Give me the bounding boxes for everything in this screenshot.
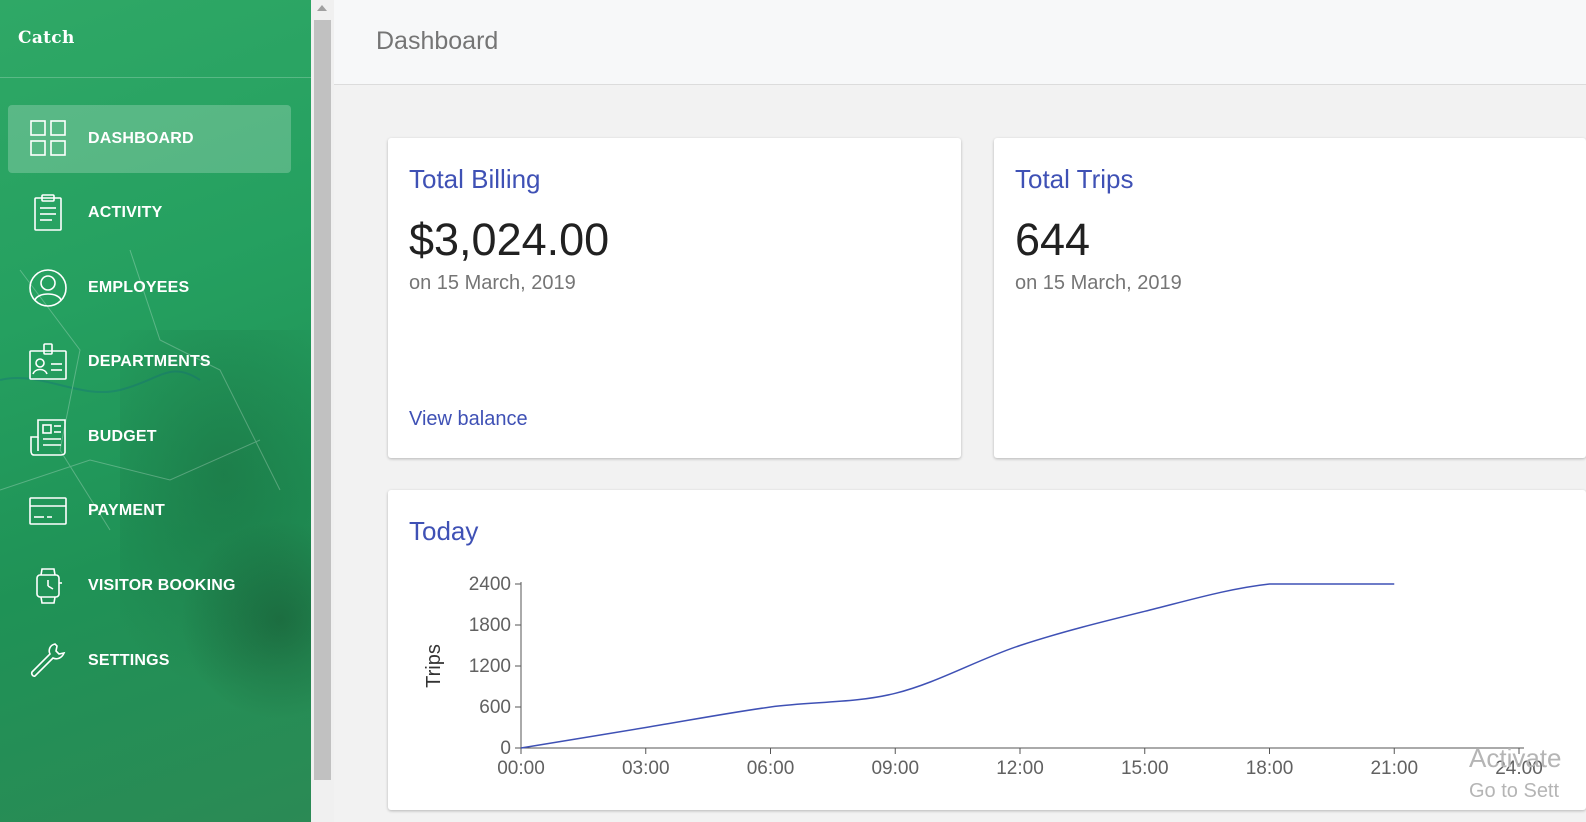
page-title: Dashboard <box>376 27 499 55</box>
sidebar-scrollbar[interactable] <box>311 0 334 822</box>
scroll-up-arrow-icon[interactable] <box>317 5 327 11</box>
sidebar-item-activity[interactable]: ACTIVITY <box>8 179 291 247</box>
sidebar-item-label: BUDGET <box>88 428 157 445</box>
total-trips-card: Total Trips 644 on 15 March, 2019 <box>994 138 1586 458</box>
wrench-icon <box>30 643 66 677</box>
sidebar-item-label: EMPLOYEES <box>88 279 190 296</box>
sidebar-item-budget[interactable]: BUDGET <box>8 403 291 471</box>
card-title: Total Trips <box>1015 164 1134 194</box>
id-badge-icon <box>29 343 67 380</box>
x-tick-label: 15:00 <box>1121 758 1169 779</box>
y-tick-label: 600 <box>479 697 511 718</box>
sidebar-item-departments[interactable]: DEPARTMENTS <box>8 328 291 396</box>
sidebar-item-settings[interactable]: SETTINGS <box>8 627 291 695</box>
newspaper-icon <box>30 419 66 456</box>
x-tick-label: 18:00 <box>1246 758 1294 779</box>
sidebar-divider <box>0 77 311 78</box>
activate-watermark: Activate <box>1469 743 1562 773</box>
y-tick-label: 1200 <box>469 656 511 677</box>
user-circle-icon <box>29 269 67 307</box>
trips-line-chart: 0 600 1200 1800 2400 00:00 03:00 06:00 09:00 12:0… <box>423 574 1543 779</box>
activate-watermark-sub: Go to Sett <box>1469 780 1560 802</box>
sidebar-item-label: DEPARTMENTS <box>88 353 211 370</box>
y-axis-label: Trips <box>423 644 445 688</box>
billing-date: on 15 March, 2019 <box>409 272 576 294</box>
y-tick-label: 2400 <box>469 574 511 595</box>
dashboard-icon <box>30 120 66 156</box>
card-title: Total Billing <box>409 164 541 194</box>
y-tick-label: 1800 <box>469 615 511 636</box>
page-header: Dashboard <box>334 0 1586 85</box>
scrollbar-thumb[interactable] <box>314 20 331 780</box>
sidebar-item-payment[interactable]: PAYMENT <box>8 477 291 545</box>
sidebar-item-label: PAYMENT <box>88 502 165 519</box>
sidebar-item-label: SETTINGS <box>88 652 170 669</box>
trips-series-line <box>520 583 1395 749</box>
sidebar: Catch DASHBOARD ACTIVITY EMPLOYEES DEPAR… <box>0 0 311 822</box>
credit-card-icon <box>29 497 67 525</box>
trips-count: 644 <box>1015 214 1091 265</box>
today-chart-card: Today 0 600 1200 1800 2400 00:00 03:00 06:00 09:… <box>388 490 1586 810</box>
sidebar-item-dashboard[interactable]: DASHBOARD <box>8 105 291 173</box>
x-tick-label: 06:00 <box>747 758 795 779</box>
sidebar-item-visitor-booking[interactable]: VISITOR BOOKING <box>8 552 291 620</box>
clipboard-icon <box>34 194 62 231</box>
x-tick-label: 21:00 <box>1370 758 1418 779</box>
smartwatch-icon <box>36 568 62 604</box>
x-tick-label: 12:00 <box>996 758 1044 779</box>
trips-date: on 15 March, 2019 <box>1015 272 1182 294</box>
app-logo[interactable]: Catch <box>18 28 75 48</box>
y-tick-label: 0 <box>500 738 511 759</box>
sidebar-item-label: VISITOR BOOKING <box>88 577 236 594</box>
sidebar-item-label: ACTIVITY <box>88 204 163 221</box>
x-tick-label: 00:00 <box>497 758 545 779</box>
total-billing-card: Total Billing $3,024.00 on 15 March, 201… <box>388 138 961 458</box>
billing-amount: $3,024.00 <box>409 214 610 265</box>
x-tick-label: 03:00 <box>622 758 670 779</box>
sidebar-item-label: DASHBOARD <box>88 130 194 147</box>
x-tick-label: 09:00 <box>871 758 919 779</box>
sidebar-item-employees[interactable]: EMPLOYEES <box>8 254 291 322</box>
view-balance-link[interactable]: View balance <box>409 408 528 431</box>
